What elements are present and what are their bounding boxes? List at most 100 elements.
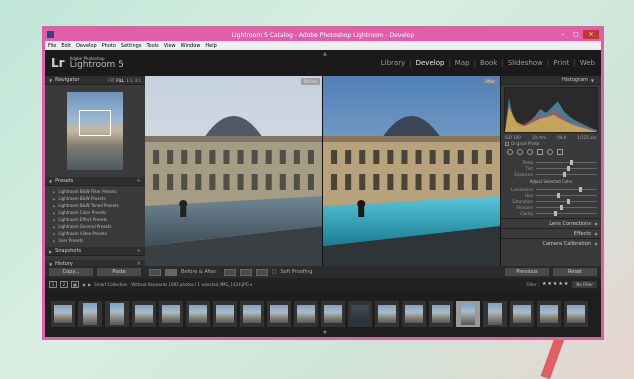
- before-after-view-button[interactable]: [165, 268, 177, 276]
- rating-filter[interactable]: ★★★★★: [542, 281, 569, 287]
- navigator-thumbnail[interactable]: [67, 92, 123, 170]
- filmstrip-thumbnail-selected[interactable]: [456, 300, 480, 327]
- display-2-button[interactable]: 2: [60, 280, 68, 288]
- loupe-view-button[interactable]: [149, 268, 161, 276]
- radial-filter-icon[interactable]: [547, 149, 553, 155]
- zoom-1-1[interactable]: 1:1: [126, 78, 132, 83]
- slider-clarity[interactable]: Clarity: [505, 210, 597, 216]
- original-photo-toggle[interactable]: Original Photo: [501, 140, 601, 147]
- grid-view-icon[interactable]: ▦: [71, 280, 79, 288]
- slider-knob[interactable]: [569, 159, 573, 165]
- filmstrip-thumbnail[interactable]: [429, 300, 453, 327]
- filmstrip-thumbnail[interactable]: [186, 300, 210, 327]
- menu-edit[interactable]: Edit: [61, 43, 71, 49]
- copy-button[interactable]: Copy...: [49, 268, 93, 276]
- preset-folder[interactable]: ▶ Lightroom Effect Presets: [45, 216, 145, 223]
- slider-exposure[interactable]: Exposure: [505, 171, 597, 177]
- menu-develop[interactable]: Develop: [76, 43, 97, 49]
- filmstrip-thumbnail[interactable]: [537, 300, 561, 327]
- zoom-fill[interactable]: FILL: [116, 78, 124, 83]
- before-photo[interactable]: Before: [145, 76, 323, 266]
- collapse-bottom-icon[interactable]: ▼: [323, 330, 327, 336]
- menu-view[interactable]: View: [164, 43, 176, 49]
- slider-track[interactable]: [536, 204, 597, 210]
- preset-folder[interactable]: ▶ Lightroom Video Presets: [45, 230, 145, 237]
- module-web[interactable]: Web: [580, 59, 595, 67]
- add-snapshot-icon[interactable]: +: [137, 248, 141, 254]
- slider-knob[interactable]: [578, 186, 582, 192]
- zoom-3-1[interactable]: 3:1: [135, 78, 141, 83]
- slider-track[interactable]: [536, 210, 597, 216]
- menu-settings[interactable]: Settings: [121, 43, 142, 49]
- snapshots-header[interactable]: ▶ Snapshots +: [45, 247, 145, 256]
- preset-folder[interactable]: ▶ Lightroom Color Presets: [45, 209, 145, 216]
- preset-folder[interactable]: ▶ Lightroom General Presets: [45, 223, 145, 230]
- paste-button[interactable]: Paste: [97, 268, 141, 276]
- filmstrip-thumbnail[interactable]: [51, 300, 75, 327]
- after-photo[interactable]: After: [323, 76, 501, 266]
- display-1-button[interactable]: 1: [49, 280, 57, 288]
- previous-button[interactable]: Previous: [505, 268, 549, 276]
- filmstrip-thumbnail[interactable]: [348, 300, 372, 327]
- toggle-before-after-button[interactable]: [255, 268, 268, 276]
- zoom-fit[interactable]: FIT: [108, 78, 114, 83]
- slider-knob[interactable]: [554, 210, 558, 216]
- add-preset-icon[interactable]: +: [137, 178, 141, 184]
- filmstrip-thumbnail[interactable]: [159, 300, 183, 327]
- spot-removal-icon[interactable]: [517, 149, 523, 155]
- effects-header[interactable]: Effects ◀: [501, 228, 601, 238]
- module-library[interactable]: Library: [381, 59, 405, 67]
- reset-button[interactable]: Reset: [553, 268, 597, 276]
- filmstrip-thumbnail[interactable]: [132, 300, 156, 327]
- soft-proofing-checkbox[interactable]: □: [272, 269, 277, 275]
- filter-preset-select[interactable]: No Filter: [572, 280, 597, 288]
- histogram-graph[interactable]: [504, 87, 598, 133]
- preset-folder[interactable]: ▶ Lightroom B&W Filter Presets: [45, 188, 145, 195]
- collection-info[interactable]: Smart Collection : Without Keywords 1693…: [94, 282, 252, 287]
- filmstrip-thumbnail[interactable]: [78, 300, 102, 327]
- filmstrip-thumbnail[interactable]: [105, 300, 129, 327]
- camera-calibration-header[interactable]: Camera Calibration ◀: [501, 238, 601, 248]
- module-develop[interactable]: Develop: [416, 59, 445, 67]
- menu-photo[interactable]: Photo: [102, 43, 116, 49]
- collapse-top-icon[interactable]: ▲: [323, 51, 327, 57]
- filmstrip-thumbnail[interactable]: [402, 300, 426, 327]
- slider-track[interactable]: [536, 186, 597, 192]
- filmstrip-thumbnail[interactable]: [240, 300, 264, 327]
- menu-help[interactable]: Help: [205, 43, 216, 49]
- filmstrip-thumbnail[interactable]: [213, 300, 237, 327]
- menu-file[interactable]: File: [48, 43, 56, 49]
- adjustment-brush-icon[interactable]: [557, 149, 563, 155]
- slider-track[interactable]: [536, 192, 597, 198]
- module-book[interactable]: Book: [480, 59, 497, 67]
- module-map[interactable]: Map: [455, 59, 470, 67]
- menu-tools[interactable]: Tools: [146, 43, 158, 49]
- navigator-view-box[interactable]: [79, 110, 111, 136]
- filmstrip-thumbnail[interactable]: [294, 300, 318, 327]
- navigator-header[interactable]: ▼ Navigator FIT FILL 1:1 3:1: [45, 76, 145, 85]
- slider-track[interactable]: [536, 198, 597, 204]
- slider-track[interactable]: [536, 159, 597, 165]
- original-photo-checkbox[interactable]: [505, 141, 509, 146]
- graduated-filter-icon[interactable]: [537, 149, 543, 155]
- preset-folder[interactable]: ▶ Lightroom B&W Presets: [45, 195, 145, 202]
- red-eye-icon[interactable]: [527, 149, 533, 155]
- slider-track[interactable]: [536, 165, 597, 171]
- crop-tool-icon[interactable]: [507, 149, 513, 155]
- slider-track[interactable]: [536, 171, 597, 177]
- slider-knob[interactable]: [557, 192, 561, 198]
- forward-arrow-icon[interactable]: ▶: [88, 282, 91, 287]
- filmstrip-thumbnail[interactable]: [375, 300, 399, 327]
- preset-folder[interactable]: ▶ User Presets: [45, 237, 145, 244]
- slider-knob[interactable]: [560, 204, 564, 210]
- minimize-button[interactable]: –: [557, 30, 569, 39]
- close-button[interactable]: ×: [583, 30, 599, 39]
- presets-header[interactable]: ▼ Presets +: [45, 177, 145, 186]
- back-arrow-icon[interactable]: ◀: [82, 282, 85, 287]
- module-print[interactable]: Print: [553, 59, 569, 67]
- filmstrip-thumbnail[interactable]: [483, 300, 507, 327]
- filmstrip-thumbnail[interactable]: [321, 300, 345, 327]
- preset-folder[interactable]: ▶ Lightroom B&W Toned Presets: [45, 202, 145, 209]
- filmstrip-thumbnail[interactable]: [510, 300, 534, 327]
- histogram-header[interactable]: Histogram ▼: [501, 76, 601, 85]
